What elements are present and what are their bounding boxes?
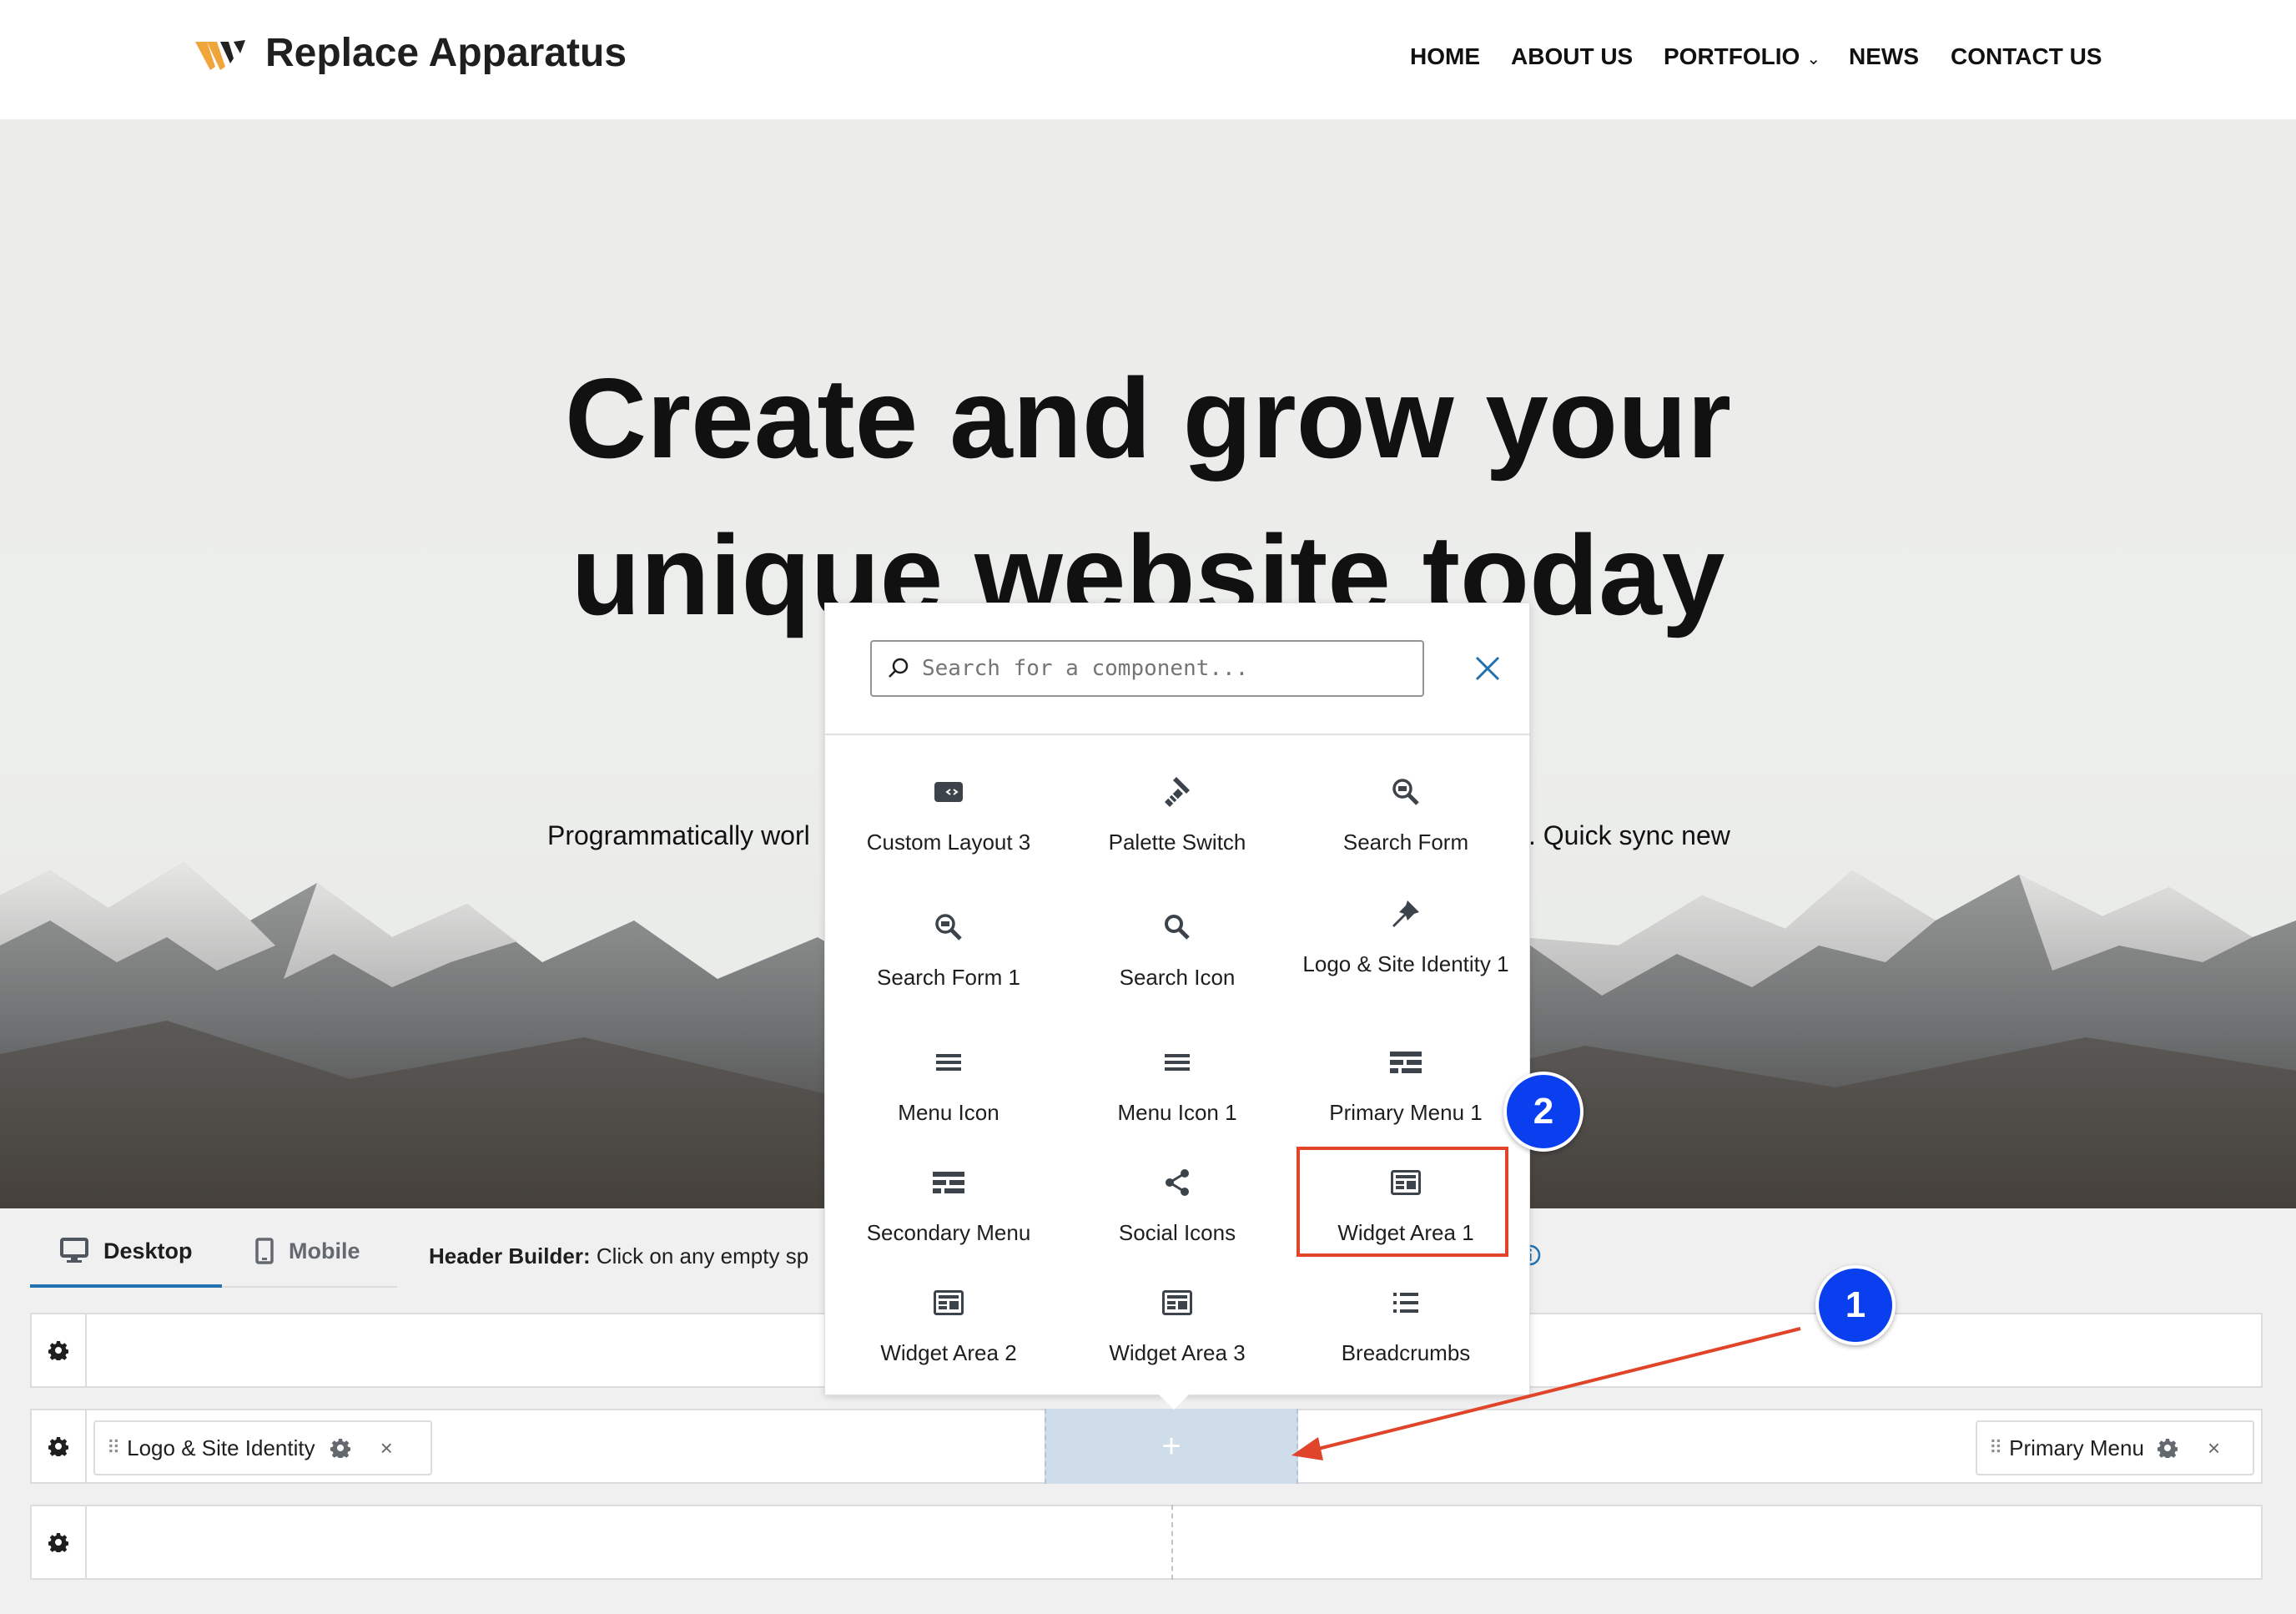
gear-icon	[48, 1437, 68, 1456]
header-builder-hint-text: Click on any empty sp	[590, 1243, 809, 1269]
component-label: Search Form 1	[877, 965, 1020, 990]
search-icon	[1165, 915, 1190, 940]
close-popup-button[interactable]	[1468, 648, 1508, 688]
nav-portfolio-label: PORTFOLIO	[1664, 43, 1800, 69]
component-label: Logo & Site Identity 1	[1302, 951, 1509, 976]
widget-area-1-highlight	[1297, 1147, 1508, 1257]
nav-contact-us[interactable]: CONTACT US	[1951, 43, 2102, 70]
tab-mobile[interactable]: Mobile	[255, 1238, 360, 1264]
logo-site-identity-chip[interactable]: ⠿ Logo & Site Identity ×	[93, 1420, 432, 1475]
remove-icon[interactable]: ×	[2208, 1435, 2220, 1461]
component-palette-switch[interactable]: Palette Switch	[1069, 775, 1286, 857]
row-settings-button[interactable]	[32, 1314, 87, 1386]
component-search-input[interactable]	[922, 656, 1389, 681]
search-form-icon	[935, 914, 962, 941]
component-custom-layout-3[interactable]: Custom Layout 3	[840, 775, 1057, 857]
remove-icon[interactable]: ×	[380, 1435, 393, 1461]
close-icon	[1475, 656, 1500, 681]
hamburger-icon	[936, 1054, 961, 1071]
component-logo-site-identity-1[interactable]: Logo & Site Identity 1	[1297, 897, 1514, 979]
pin-icon	[1392, 900, 1419, 927]
component-search-form-1[interactable]: Search Form 1	[840, 910, 1057, 992]
component-label: Social Icons	[1118, 1220, 1236, 1245]
custom-layout-icon	[934, 782, 963, 802]
row-center-divider	[1171, 1505, 1173, 1580]
chip-label: Logo & Site Identity	[127, 1435, 315, 1460]
add-component-zone[interactable]: +	[1045, 1409, 1298, 1484]
component-menu-icon-1[interactable]: Menu Icon 1	[1069, 1046, 1286, 1127]
hero-subtitle-left: Programmatically worl	[547, 820, 810, 850]
gear-icon	[48, 1533, 68, 1552]
component-widget-area-3[interactable]: Widget Area 3	[1069, 1286, 1286, 1368]
component-label: Custom Layout 3	[866, 830, 1031, 855]
popup-divider	[825, 734, 1529, 735]
hero-subtitle-right: . Quick sync new	[1528, 820, 1730, 850]
component-search-field[interactable]	[870, 640, 1424, 697]
component-menu-icon[interactable]: Menu Icon	[840, 1046, 1057, 1127]
hamburger-icon	[1165, 1054, 1190, 1071]
header-row-below[interactable]	[30, 1505, 2263, 1580]
component-widget-area-2[interactable]: Widget Area 2	[840, 1286, 1057, 1368]
widget-icon	[1162, 1290, 1192, 1315]
component-label: Palette Switch	[1108, 830, 1246, 855]
widget-icon	[934, 1290, 964, 1315]
component-label: Widget Area 2	[880, 1340, 1017, 1365]
component-search-form[interactable]: Search Form	[1297, 775, 1514, 857]
site-header: Replace Apparatus HOME ABOUT US PORTFOLI…	[0, 0, 2296, 119]
nav-about-us[interactable]: ABOUT US	[1511, 43, 1633, 70]
search-icon	[889, 658, 909, 678]
component-secondary-menu[interactable]: Secondary Menu	[840, 1166, 1057, 1248]
step-badge-1: 1	[1815, 1265, 1896, 1345]
site-title[interactable]: Replace Apparatus	[265, 30, 627, 76]
mobile-icon	[255, 1238, 274, 1264]
logo-icon	[195, 40, 245, 70]
component-search-icon[interactable]: Search Icon	[1069, 910, 1286, 992]
component-label: Widget Area 3	[1109, 1340, 1246, 1365]
nav-home[interactable]: HOME	[1410, 43, 1480, 70]
nav-portfolio[interactable]: PORTFOLIO ⌄	[1664, 43, 1820, 70]
drag-handle-icon[interactable]: ⠿	[1989, 1437, 2002, 1459]
primary-menu-chip[interactable]: ⠿ Primary Menu ×	[1976, 1420, 2254, 1475]
chip-label: Primary Menu	[2009, 1435, 2144, 1460]
component-label: Search Form	[1342, 830, 1469, 855]
component-breadcrumbs[interactable]: Breadcrumbs	[1297, 1286, 1514, 1368]
gear-icon[interactable]	[2157, 1438, 2178, 1458]
component-primary-menu-1[interactable]: Primary Menu 1	[1297, 1046, 1514, 1127]
hero-title-line-1: Create and grow your	[564, 355, 1732, 482]
gear-icon[interactable]	[330, 1438, 350, 1458]
list-icon	[1393, 1293, 1418, 1313]
active-tab-indicator	[30, 1284, 222, 1288]
desktop-icon	[60, 1238, 88, 1263]
tab-desktop[interactable]: Desktop	[60, 1238, 193, 1264]
component-label: Menu Icon	[898, 1100, 999, 1125]
header-builder-hint: Header Builder: Click on any empty sp	[429, 1243, 808, 1269]
component-label: Menu Icon 1	[1117, 1100, 1237, 1125]
nav-news[interactable]: NEWS	[1849, 43, 1919, 70]
drag-handle-icon[interactable]: ⠿	[107, 1437, 120, 1459]
component-label: Breadcrumbs	[1341, 1340, 1471, 1365]
component-social-icons[interactable]: Social Icons	[1069, 1166, 1286, 1248]
menu-grid-icon	[1390, 1052, 1422, 1073]
menu-grid-icon	[933, 1172, 964, 1193]
header-builder-hint-title: Header Builder:	[429, 1243, 591, 1269]
component-picker-popup: Custom Layout 3 Palette Switch Search Fo…	[824, 603, 1530, 1410]
component-label: Primary Menu 1	[1329, 1100, 1483, 1125]
step-badge-2: 2	[1503, 1072, 1584, 1152]
plus-icon: +	[1161, 1427, 1181, 1465]
share-icon	[1166, 1169, 1189, 1196]
palette-icon	[1165, 777, 1190, 807]
component-label: Secondary Menu	[866, 1220, 1031, 1245]
chevron-down-icon: ⌄	[1806, 50, 1821, 68]
gear-icon	[48, 1341, 68, 1360]
row-settings-button[interactable]	[32, 1506, 87, 1578]
search-form-icon	[1392, 779, 1419, 805]
tab-mobile-label: Mobile	[289, 1238, 360, 1263]
row-settings-button[interactable]	[32, 1410, 87, 1482]
tab-desktop-label: Desktop	[103, 1238, 193, 1263]
component-label: Search Icon	[1119, 965, 1236, 990]
